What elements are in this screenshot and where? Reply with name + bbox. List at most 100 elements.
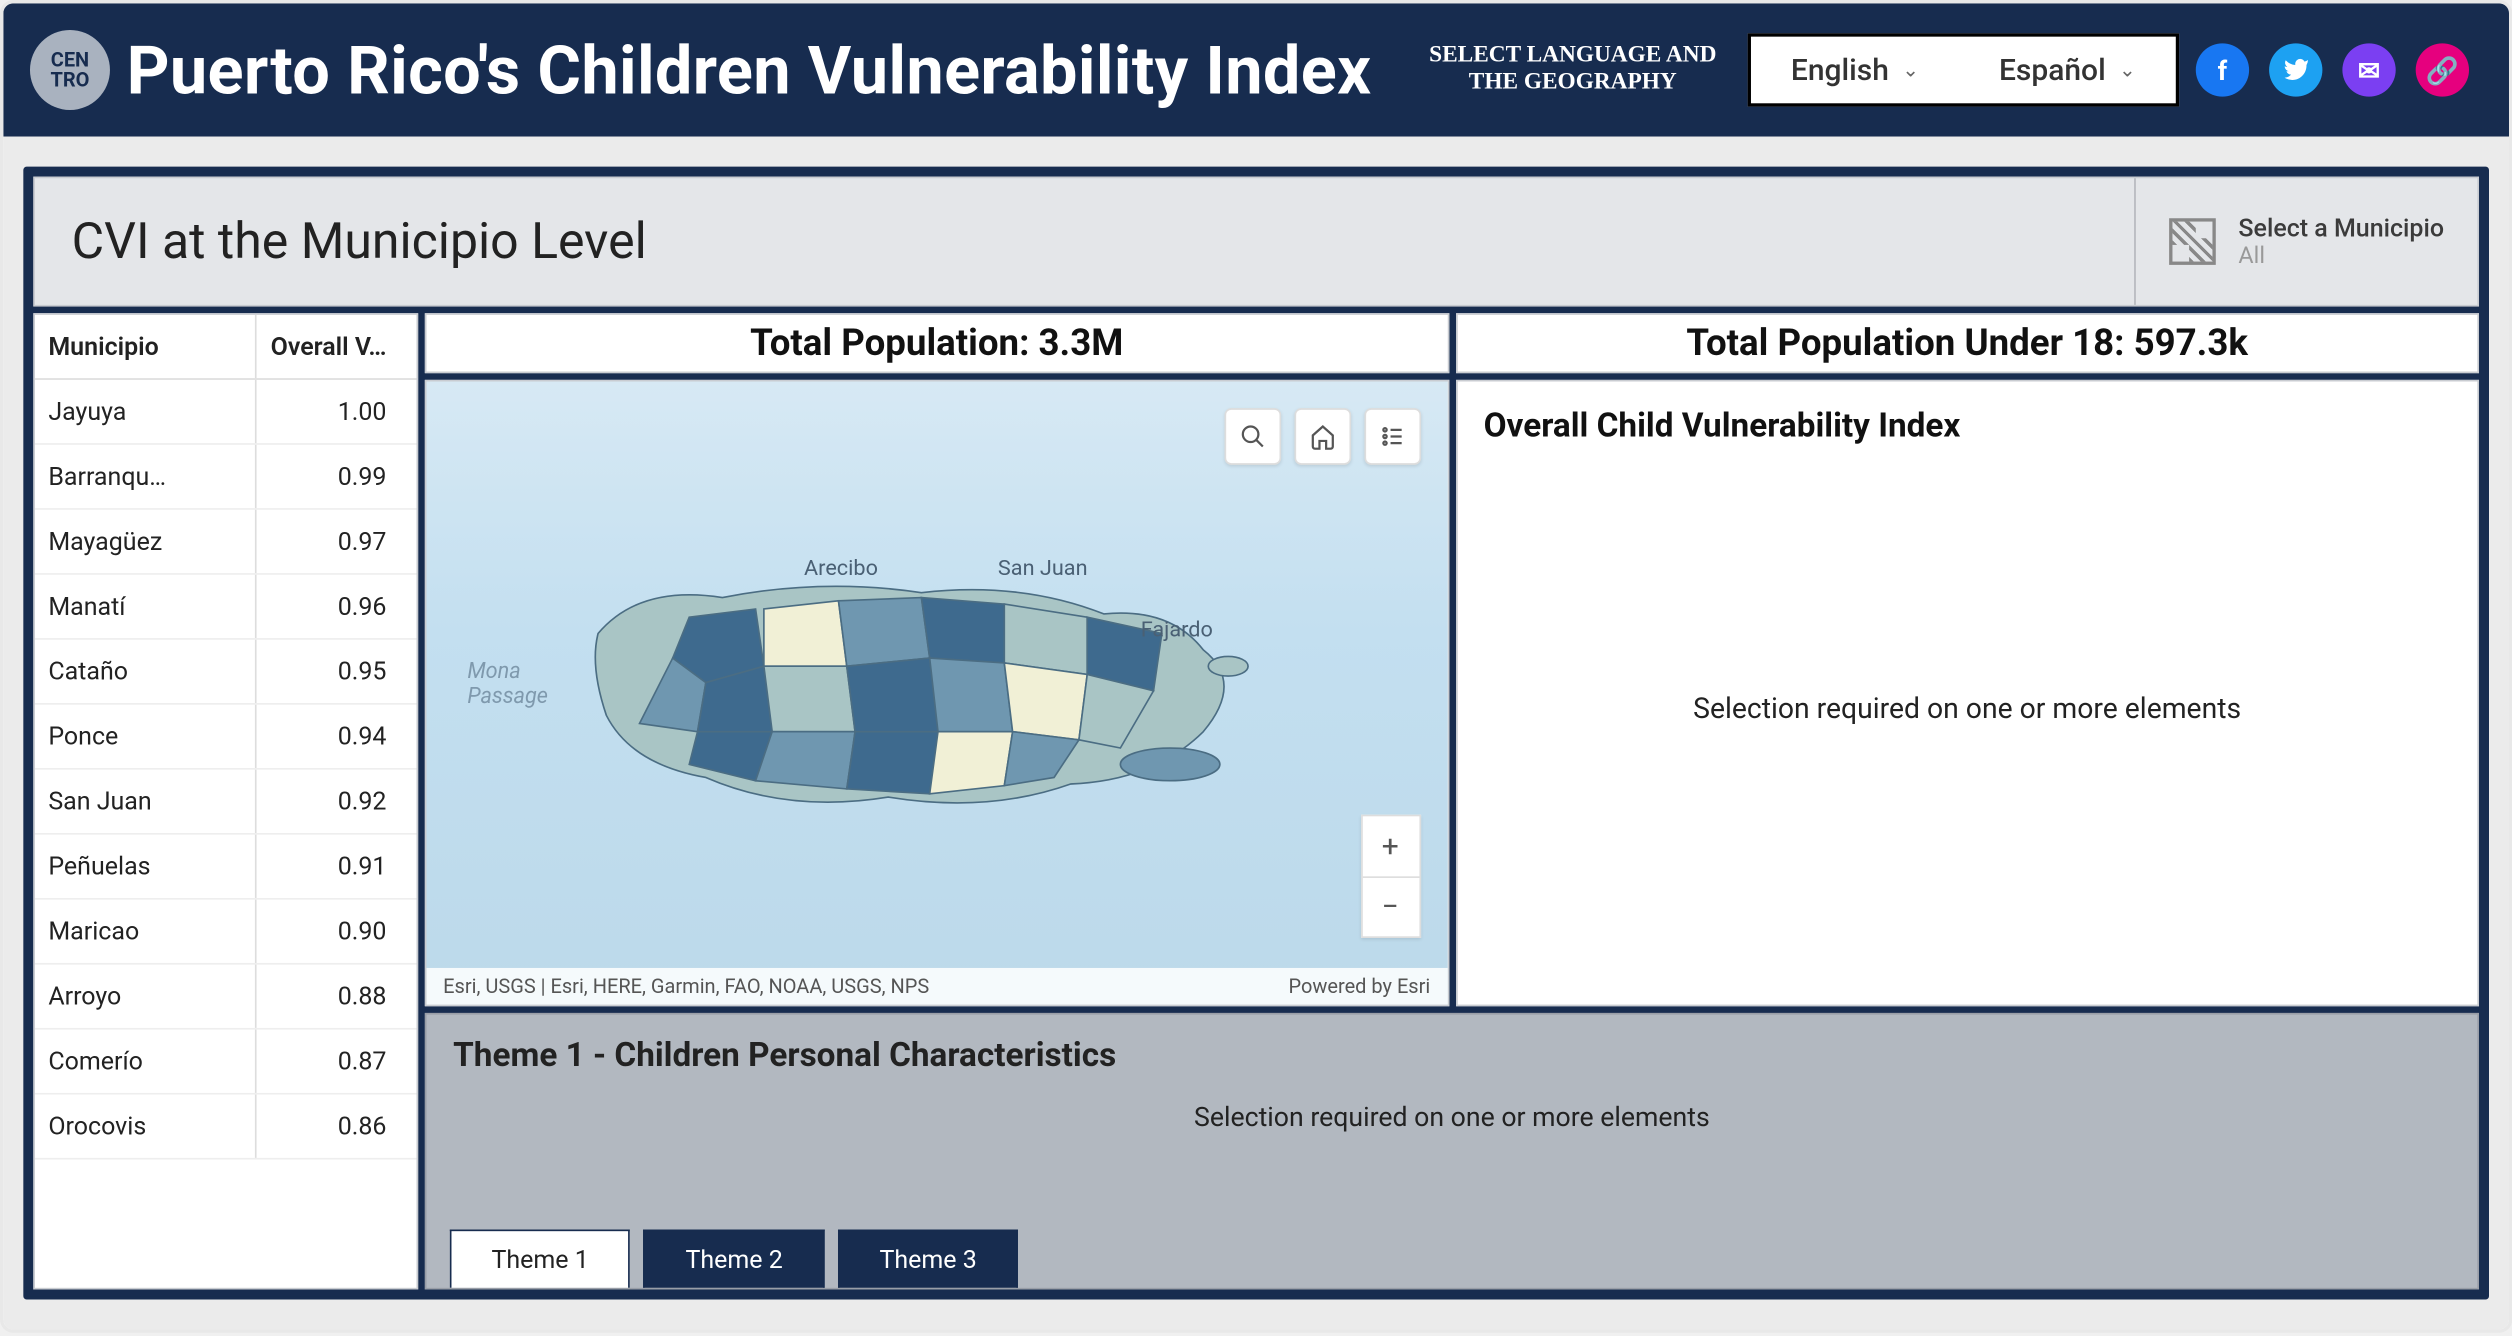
dashboard-lower: Municipio Overall V… Jayuya1.00Barranqu…… [33,313,2479,1289]
cell-municipio: Peñuelas [35,835,256,898]
page-title: Puerto Rico's Children Vulnerability Ind… [127,31,1372,109]
app-window: CEN TRO Puerto Rico's Children Vulnerabi… [0,0,2512,1333]
theme-empty-message: Selection required on one or more elemen… [426,1101,2477,1133]
language-label: English [1791,52,1889,87]
theme-tabs: Theme 1Theme 2Theme 3 [450,1230,1019,1288]
cell-municipio: Comerío [35,1030,256,1093]
dashboard-body: CVI at the Municipio Level Select a Muni… [3,137,2509,1330]
tab-theme-2[interactable]: Theme 2 [644,1230,825,1288]
table-row[interactable]: Cataño0.95 [35,640,417,705]
map-search-button[interactable] [1224,408,1281,465]
dashboard-title: CVI at the Municipio Level [35,212,2133,270]
tab-theme-3[interactable]: Theme 3 [838,1230,1019,1288]
cell-value: 0.99 [256,445,416,508]
map-legend-button[interactable] [1364,408,1421,465]
social-buttons: f ✉ 🔗 [2196,43,2469,96]
selector-labels: Select a Municipio All [2238,213,2444,270]
zoom-in-button[interactable]: + [1362,816,1419,876]
col-header-municipio[interactable]: Municipio [35,315,256,378]
map-label-arecibo: Arecibo [804,556,878,581]
map-toolbar [1224,408,1421,465]
link-icon: 🔗 [2426,54,2459,86]
stat-label: Total Population Under 18: 597.3k [1686,322,2248,364]
cell-value: 0.86 [256,1095,416,1158]
table-body[interactable]: Jayuya1.00Barranqu…0.99Mayagüez0.97Manat… [35,380,417,1288]
email-button[interactable]: ✉ [2342,43,2395,96]
table-row[interactable]: Arroyo0.88 [35,965,417,1030]
cell-municipio: Cataño [35,640,256,703]
map-home-button[interactable] [1294,408,1351,465]
map-powered-by: Powered by Esri [1288,975,1430,998]
language-option-english[interactable]: English ⌄ [1751,37,1959,104]
chevron-down-icon: ⌄ [1902,58,1919,81]
language-note: SELECT LANGUAGE AND THE GEOGRAPHY [1421,43,1724,97]
top-bar: CEN TRO Puerto Rico's Children Vulnerabi… [3,3,2509,136]
map-label-fajardo: Fajardo [1141,618,1213,643]
mid-row: Arecibo San Juan Fajardo Mona Passage [425,380,2479,1006]
cell-value: 0.95 [256,640,416,703]
cell-value: 0.91 [256,835,416,898]
stats-row: Total Population: 3.3M Total Population … [425,313,2479,373]
cell-municipio: Manatí [35,575,256,638]
selector-icon [2168,218,2215,265]
selector-label: Select a Municipio [2238,213,2444,243]
selector-value: All [2238,243,2444,270]
stat-total-pop: Total Population: 3.3M [425,313,1449,373]
cell-value: 0.88 [256,965,416,1028]
right-column: Total Population: 3.3M Total Population … [425,313,2479,1289]
link-button[interactable]: 🔗 [2416,43,2469,96]
map-label-mona: Mona Passage [467,662,548,710]
cell-municipio: Barranqu… [35,445,256,508]
logo-badge: CEN TRO [30,30,110,110]
cell-municipio: Jayuya [35,380,256,443]
col-header-value[interactable]: Overall V… [256,315,416,378]
table-row[interactable]: Ponce0.94 [35,705,417,770]
map-zoom-stack: + − [1360,815,1420,938]
municipio-table: Municipio Overall V… Jayuya1.00Barranqu…… [33,313,418,1289]
home-icon [1309,423,1336,450]
facebook-icon: f [2218,54,2228,86]
cell-value: 1.00 [256,380,416,443]
table-row[interactable]: Mayagüez0.97 [35,510,417,575]
tab-theme-1[interactable]: Theme 1 [450,1230,631,1288]
table-row[interactable]: San Juan0.92 [35,770,417,835]
table-row[interactable]: Comerío0.87 [35,1030,417,1095]
cell-value: 0.87 [256,1030,416,1093]
cell-value: 0.92 [256,770,416,833]
map-shape [590,568,1253,830]
facebook-button[interactable]: f [2196,43,2249,96]
municipio-selector[interactable]: Select a Municipio All [2133,178,2477,305]
minus-icon: − [1382,890,1399,925]
zoom-out-button[interactable]: − [1362,876,1419,936]
cell-municipio: San Juan [35,770,256,833]
dashboard-header: CVI at the Municipio Level Select a Muni… [33,177,2479,307]
chart-panel: Overall Child Vulnerability Index Select… [1455,380,2479,1006]
chevron-down-icon: ⌄ [2119,58,2136,81]
cell-value: 0.96 [256,575,416,638]
legend-icon [1379,423,1406,450]
cell-value: 0.90 [256,900,416,963]
table-row[interactable]: Maricao0.90 [35,900,417,965]
cell-municipio: Ponce [35,705,256,768]
search-icon [1239,423,1266,450]
table-row[interactable]: Manatí0.96 [35,575,417,640]
language-label: Español [1999,52,2106,87]
map-footer: Esri, USGS | Esri, HERE, Garmin, FAO, NO… [426,968,1446,1005]
cell-municipio: Orocovis [35,1095,256,1158]
table-row[interactable]: Jayuya1.00 [35,380,417,445]
table-header: Municipio Overall V… [35,315,417,380]
twitter-icon [2282,57,2309,84]
twitter-button[interactable] [2269,43,2322,96]
cell-value: 0.97 [256,510,416,573]
cell-value: 0.94 [256,705,416,768]
table-row[interactable]: Orocovis0.86 [35,1095,417,1160]
dashboard-container: CVI at the Municipio Level Select a Muni… [23,167,2489,1300]
plus-icon: + [1382,829,1399,864]
language-option-espanol[interactable]: Español ⌄ [1959,37,2176,104]
email-icon: ✉ [2358,54,2380,86]
map-attribution: Esri, USGS | Esri, HERE, Garmin, FAO, NO… [443,975,929,998]
table-row[interactable]: Peñuelas0.91 [35,835,417,900]
table-row[interactable]: Barranqu…0.99 [35,445,417,510]
map-label-sanjuan: San Juan [998,556,1088,581]
map-panel[interactable]: Arecibo San Juan Fajardo Mona Passage [425,380,1449,1006]
